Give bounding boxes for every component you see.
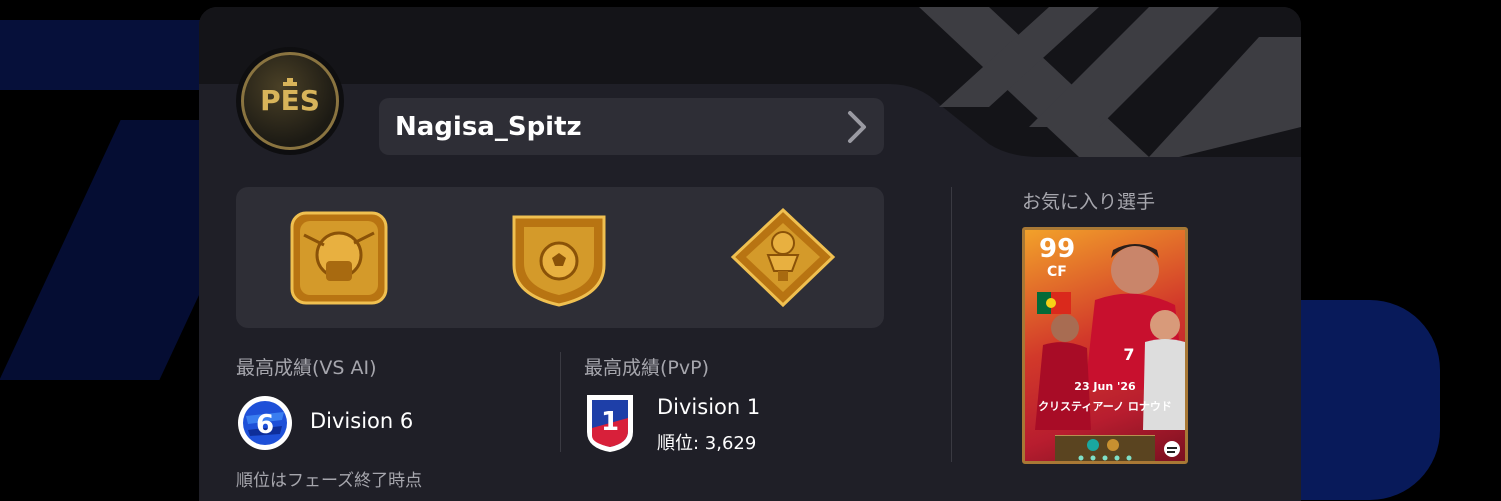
star-rating-icon: [1078, 439, 1132, 461]
profile-panel: PES Nagisa_Spitz 最高成績(VS AI) 6 Division …: [199, 7, 1301, 501]
decorative-stripes: [919, 7, 1301, 157]
profile-emblem[interactable]: PES: [236, 47, 344, 155]
divider: [951, 187, 952, 462]
pes-logo-icon: PES: [241, 52, 339, 150]
fist-badge-icon[interactable]: [284, 205, 394, 310]
trophy-diamond-badge-icon[interactable]: [728, 205, 838, 310]
rank-note: 順位はフェーズ終了時点: [236, 471, 423, 491]
pvp-division: Division 1: [657, 395, 761, 419]
division-1-badge-icon: 1: [587, 395, 633, 452]
efootball-logo-icon: [1164, 441, 1180, 457]
username: Nagisa_Spitz: [395, 111, 582, 142]
svg-text:6: 6: [256, 410, 274, 440]
football-shield-badge-icon[interactable]: [504, 205, 614, 310]
chevron-right-icon: [848, 110, 866, 143]
vs-ai-title: 最高成績(VS AI): [236, 357, 377, 379]
pvp-title: 最高成績(PvP): [584, 357, 709, 379]
player-position: CF: [1047, 264, 1067, 280]
division-6-badge-icon: 6: [238, 396, 292, 450]
pvp-rank: 順位: 3,629: [657, 433, 757, 454]
player-name: クリスティアーノ ロナウド: [1038, 400, 1172, 413]
background-shape: [1290, 300, 1440, 500]
username-bar[interactable]: Nagisa_Spitz: [379, 98, 884, 155]
svg-text:1: 1: [601, 407, 619, 437]
achievement-badges: [236, 187, 884, 328]
vs-ai-division: Division 6: [310, 409, 414, 433]
favorite-player-card[interactable]: 7 99 CF 23 Jun '26 クリスティアーノ ロナウド: [1022, 227, 1188, 464]
svg-text:7: 7: [1123, 345, 1134, 364]
divider: [560, 352, 561, 452]
card-rarity-bar: [1055, 435, 1155, 461]
svg-text:PES: PES: [260, 84, 320, 117]
favorite-player-title: お気に入り選手: [1022, 191, 1156, 213]
background-shape: [0, 20, 230, 90]
card-date: 23 Jun '26: [1074, 380, 1136, 393]
player-rating: 99: [1039, 234, 1076, 264]
